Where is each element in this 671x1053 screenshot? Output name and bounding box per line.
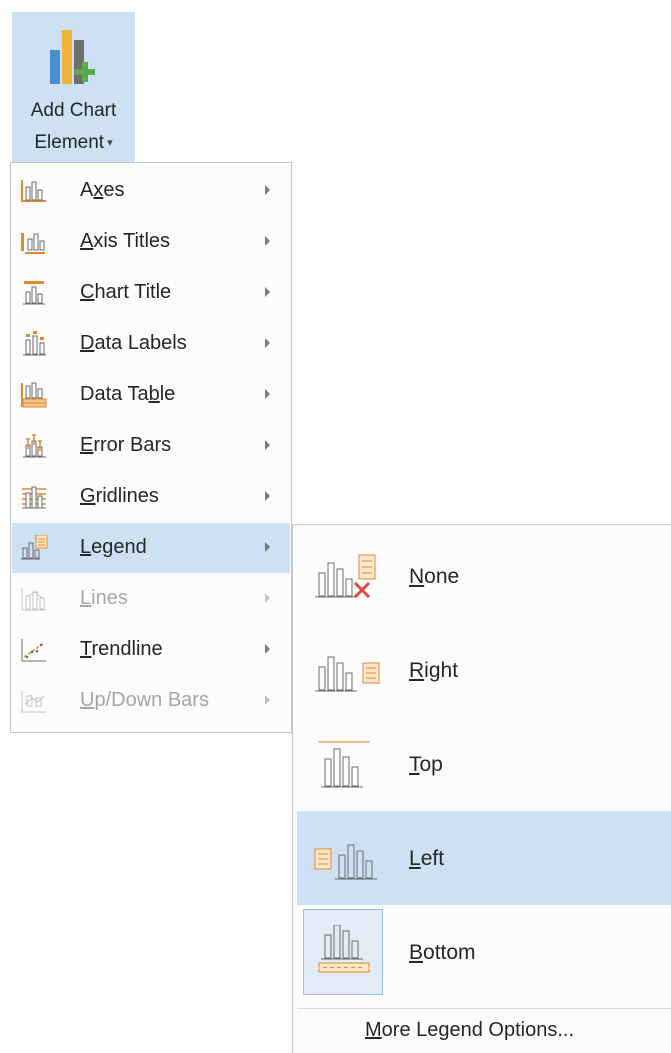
- submenu-arrow-icon: [265, 593, 270, 603]
- menu-item-axis-titles[interactable]: Axis Titles: [12, 217, 290, 267]
- add-chart-element-label-line1: Add Chart: [30, 100, 117, 121]
- gridlines-icon: [22, 486, 46, 509]
- error-bars-icon: [23, 434, 46, 458]
- menu-item-error-bars[interactable]: Error Bars: [12, 421, 290, 471]
- legend-icon: [21, 535, 48, 560]
- legend-none-icon: [315, 554, 376, 599]
- legend-top-icon: [318, 741, 370, 788]
- trendline-icon: [21, 639, 46, 662]
- add-chart-element-menu: Axes Axis Titles Chart Title Data Labels…: [10, 162, 292, 733]
- menu-item-trendline[interactable]: Trendline: [12, 625, 290, 675]
- more-legend-options-button[interactable]: More Legend Options...: [365, 1019, 574, 1042]
- add-chart-element-button[interactable]: Add Chart Element ▾: [12, 12, 135, 162]
- legend-option-right[interactable]: Right: [297, 623, 671, 717]
- submenu-arrow-icon: [265, 695, 270, 705]
- legend-submenu: None Right Top Left Bottom More Legend O…: [292, 524, 671, 1053]
- data-table-icon: [21, 382, 47, 408]
- add-chart-element-icon: [50, 30, 95, 84]
- up-down-bars-icon: [21, 690, 46, 713]
- legend-option-bottom[interactable]: Bottom: [297, 905, 671, 999]
- chart-title-icon: [23, 281, 45, 305]
- menu-item-data-labels[interactable]: Data Labels: [12, 319, 290, 369]
- submenu-arrow-icon: [265, 236, 270, 246]
- axis-titles-icon: [21, 233, 45, 254]
- lines-icon: [21, 588, 46, 611]
- submenu-arrow-icon: [265, 389, 270, 399]
- submenu-arrow-icon: [265, 185, 270, 195]
- legend-option-left[interactable]: Left: [297, 811, 671, 905]
- submenu-arrow-icon: [265, 644, 270, 654]
- submenu-arrow-icon: [265, 542, 270, 552]
- menu-divider: [297, 1008, 671, 1009]
- data-labels-icon: [23, 331, 46, 356]
- menu-item-up-down-bars[interactable]: Up/Down Bars: [12, 676, 290, 726]
- menu-item-data-table[interactable]: Data Table: [12, 370, 290, 420]
- submenu-arrow-icon: [265, 440, 270, 450]
- legend-option-none[interactable]: None: [297, 529, 671, 623]
- legend-option-top[interactable]: Top: [297, 717, 671, 811]
- legend-right-icon: [315, 656, 380, 692]
- menu-item-axes[interactable]: Axes: [12, 166, 290, 216]
- menu-item-gridlines[interactable]: Gridlines: [12, 472, 290, 522]
- dropdown-caret-icon: ▾: [107, 137, 113, 149]
- submenu-arrow-icon: [265, 287, 270, 297]
- submenu-arrow-icon: [265, 491, 270, 501]
- legend-bottom-icon: [318, 925, 370, 973]
- legend-left-icon: [314, 844, 377, 880]
- menu-item-chart-title[interactable]: Chart Title: [12, 268, 290, 318]
- add-chart-element-label-line2: Element: [34, 132, 105, 153]
- menu-item-lines[interactable]: Lines: [12, 574, 290, 624]
- submenu-arrow-icon: [265, 338, 270, 348]
- menu-item-legend[interactable]: Legend: [12, 523, 290, 573]
- axes-icon: [21, 180, 46, 202]
